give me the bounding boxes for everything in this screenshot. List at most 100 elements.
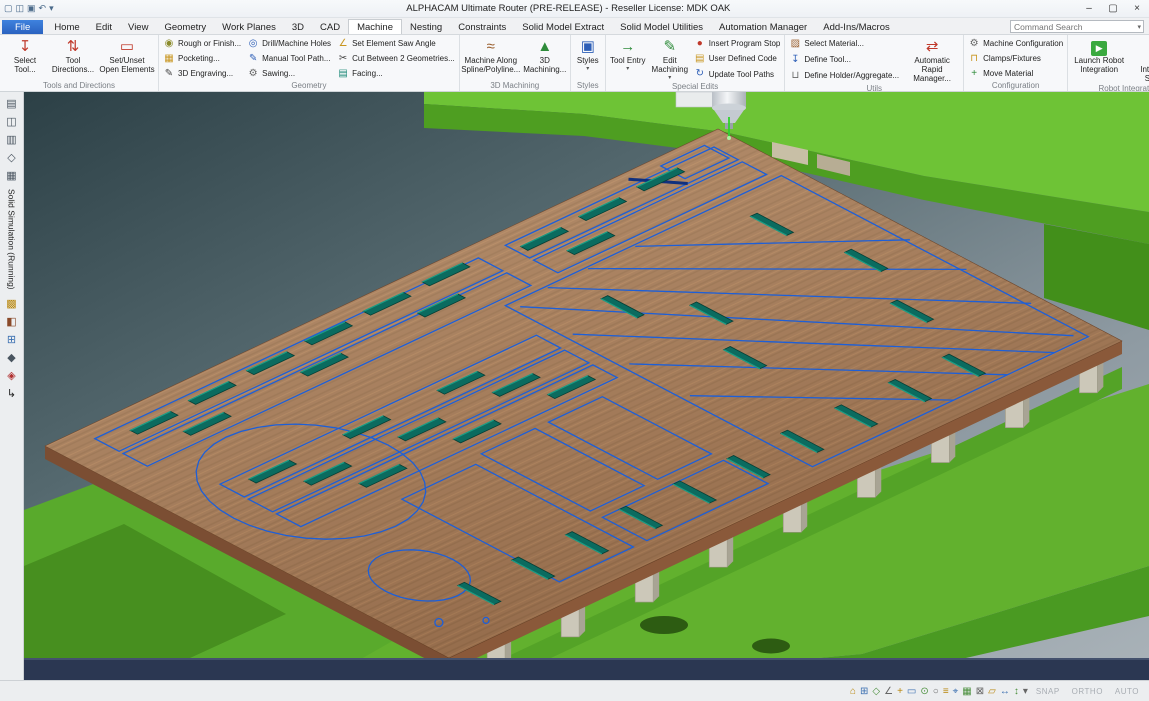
set-element-saw-angle-button[interactable]: ∠ Set Element Saw Angle — [335, 36, 457, 51]
statusbar-options-icon[interactable]: ▾ — [1023, 686, 1028, 697]
layers-icon[interactable]: ◫ — [6, 115, 16, 128]
move-material-button[interactable]: + Move Material — [966, 66, 1065, 81]
drill-machine-holes-label: Drill/Machine Holes — [262, 39, 331, 48]
return-arrow-icon[interactable]: ↳ — [7, 387, 16, 400]
search-caret-icon[interactable]: ▾ — [1137, 23, 1143, 31]
clamps-fixtures-button[interactable]: ⊓ Clamps/Fixtures — [966, 51, 1065, 66]
tab-edit[interactable]: Edit — [88, 20, 120, 34]
tab-add-ins-macros[interactable]: Add-Ins/Macros — [815, 20, 898, 34]
quick-access-options-icon[interactable]: ▾ — [49, 3, 54, 14]
styles-button[interactable]: ▣ Styles ▾ — [573, 36, 603, 81]
tool-directions-button[interactable]: ⇅ Tool Directions... — [50, 36, 96, 81]
list-icon[interactable]: ≡ — [943, 686, 949, 697]
home-view-icon[interactable]: ⌂ — [850, 686, 856, 697]
tab-3d[interactable]: 3D — [284, 20, 312, 34]
manual-tool-path-button[interactable]: ✎ Manual Tool Path... — [245, 51, 333, 66]
ribbon: ↧ Select Tool... ⇅ Tool Directions... ▭ … — [0, 35, 1149, 92]
drill-machine-holes-button[interactable]: ◎ Drill/Machine Holes — [245, 36, 333, 51]
command-search-input[interactable] — [1011, 22, 1137, 32]
tab-home[interactable]: Home — [46, 20, 87, 34]
vertical-lock-icon[interactable]: ↕ — [1014, 686, 1019, 697]
snap-toggle[interactable]: SNAP — [1032, 686, 1064, 697]
add-view-icon[interactable]: ⊞ — [7, 333, 16, 346]
tab-machine[interactable]: Machine — [348, 19, 402, 34]
robot-integration-settings-button[interactable]: ⚙ Robot Integration Settings — [1130, 36, 1149, 84]
simulation-scene — [24, 92, 1149, 680]
views-icon[interactable]: ▤ — [6, 97, 16, 110]
save-icon[interactable]: ▣ — [27, 3, 36, 14]
define-holder-aggregate-button[interactable]: ⊔ Define Holder/Aggregate... — [787, 68, 901, 83]
tool-entry-button[interactable]: → Tool Entry ▾ — [608, 36, 648, 82]
cut-between-2-geometries-button[interactable]: ✂ Cut Between 2 Geometries... — [335, 51, 457, 66]
rectangle-snap-icon[interactable]: ▭ — [907, 686, 916, 697]
machine-3d-viewport[interactable] — [24, 92, 1149, 680]
tab-solid-model-utilities[interactable]: Solid Model Utilities — [612, 20, 711, 34]
parallel-snap-icon[interactable]: ▱ — [988, 686, 996, 697]
circle-snap-icon[interactable]: ○ — [933, 686, 939, 697]
maximize-button[interactable]: ▢ — [1101, 3, 1125, 14]
display-options-icon[interactable]: ▥ — [6, 133, 16, 146]
tab-work-planes[interactable]: Work Planes — [214, 20, 284, 34]
solid-view-icon[interactable]: ◆ — [7, 351, 15, 364]
open-file-icon[interactable]: ◫ — [16, 3, 25, 14]
launch-robot-integration-button[interactable]: ▶ Launch Robot Integration — [1070, 36, 1128, 84]
midpoint-snap-icon[interactable]: + — [897, 686, 903, 697]
automatic-rapid-manager-button[interactable]: ⇄ Automatic Rapid Manager... — [903, 36, 961, 84]
define-tool-button[interactable]: ↧ Define Tool... — [787, 52, 901, 67]
rough-or-finish-button[interactable]: ◉ Rough or Finish... — [161, 36, 243, 51]
edit-machining-button[interactable]: ✎ Edit Machining ▾ — [650, 36, 690, 82]
auto-toggle[interactable]: AUTO — [1111, 686, 1143, 697]
grid-icon[interactable]: ▦ — [6, 169, 16, 182]
pocketing-button[interactable]: ▦ Pocketing... — [161, 51, 243, 66]
intersection-snap-icon[interactable]: ⊠ — [976, 686, 984, 697]
select-material-button[interactable]: ▨ Select Material... — [787, 36, 901, 51]
tab-solid-model-extract[interactable]: Solid Model Extract — [514, 20, 612, 34]
group-label-tools-and-directions: Tools and Directions — [2, 81, 156, 91]
tab-constraints[interactable]: Constraints — [450, 20, 514, 34]
program-stop-icon: ● — [694, 38, 706, 50]
clamps-icon: ⊓ — [968, 53, 980, 65]
3d-engraving-button[interactable]: ✎ 3D Engraving... — [161, 66, 243, 81]
ortho-toggle[interactable]: ORTHO — [1068, 686, 1107, 697]
user-defined-code-button[interactable]: ▤ User Defined Code — [692, 51, 783, 66]
horizontal-lock-icon[interactable]: ↔ — [1000, 686, 1010, 697]
3d-machining-label: 3D Machining... — [523, 57, 567, 75]
open-elements-icon: ▭ — [120, 38, 134, 56]
set-unset-open-elements-button[interactable]: ▭ Set/Unset Open Elements — [98, 36, 156, 81]
stop-simulation-icon[interactable]: ◈ — [7, 369, 15, 382]
sawing-label: Sawing... — [262, 69, 295, 78]
material-view-icon[interactable]: ▩ — [6, 297, 16, 310]
insert-program-stop-button[interactable]: ● Insert Program Stop — [692, 36, 783, 51]
close-button[interactable]: × — [1125, 3, 1149, 14]
grid-snap-icon[interactable]: ⊞ — [860, 686, 868, 697]
machine-configuration-button[interactable]: ⚙ Machine Configuration — [966, 36, 1065, 51]
undo-icon[interactable]: ↶ — [39, 3, 47, 14]
facing-button[interactable]: ▤ Facing... — [335, 66, 457, 81]
tab-view[interactable]: View — [120, 20, 156, 34]
3d-machining-button[interactable]: ▲ 3D Machining... — [522, 36, 568, 81]
minimize-button[interactable]: – — [1077, 3, 1101, 14]
tab-cad[interactable]: CAD — [312, 20, 348, 34]
update-tool-paths-label: Update Tool Paths — [709, 70, 774, 79]
angle-snap-icon[interactable]: ∠ — [884, 686, 893, 697]
center-snap-icon[interactable]: ⊙ — [920, 686, 928, 697]
sawing-button[interactable]: ⚙ Sawing... — [245, 66, 333, 81]
tab-geometry[interactable]: Geometry — [156, 20, 214, 34]
select-tool-button[interactable]: ↧ Select Tool... — [2, 36, 48, 81]
group-3d-machining: ≈ Machine Along Spline/Polyline... ▲ 3D … — [460, 35, 571, 91]
move-material-icon: + — [968, 68, 980, 80]
tab-automation-manager[interactable]: Automation Manager — [711, 20, 815, 34]
endpoint-snap-icon[interactable]: ◇ — [872, 686, 880, 697]
new-file-icon[interactable]: ▢ — [4, 3, 13, 14]
holder-icon: ⊔ — [789, 70, 801, 82]
machine-along-spline-button[interactable]: ≈ Machine Along Spline/Polyline... — [462, 36, 520, 81]
update-tool-paths-button[interactable]: ↻ Update Tool Paths — [692, 67, 783, 82]
define-tool-icon: ↧ — [789, 54, 801, 66]
target-snap-icon[interactable]: ⌖ — [953, 686, 959, 697]
tab-nesting[interactable]: Nesting — [402, 20, 450, 34]
tab-file[interactable]: File — [2, 20, 43, 34]
select-mode-icon[interactable]: ◇ — [7, 151, 15, 164]
half-section-icon[interactable]: ◧ — [6, 315, 16, 328]
mesh-icon[interactable]: ▦ — [962, 686, 971, 697]
machine-along-spline-label: Machine Along Spline/Polyline... — [461, 57, 520, 75]
